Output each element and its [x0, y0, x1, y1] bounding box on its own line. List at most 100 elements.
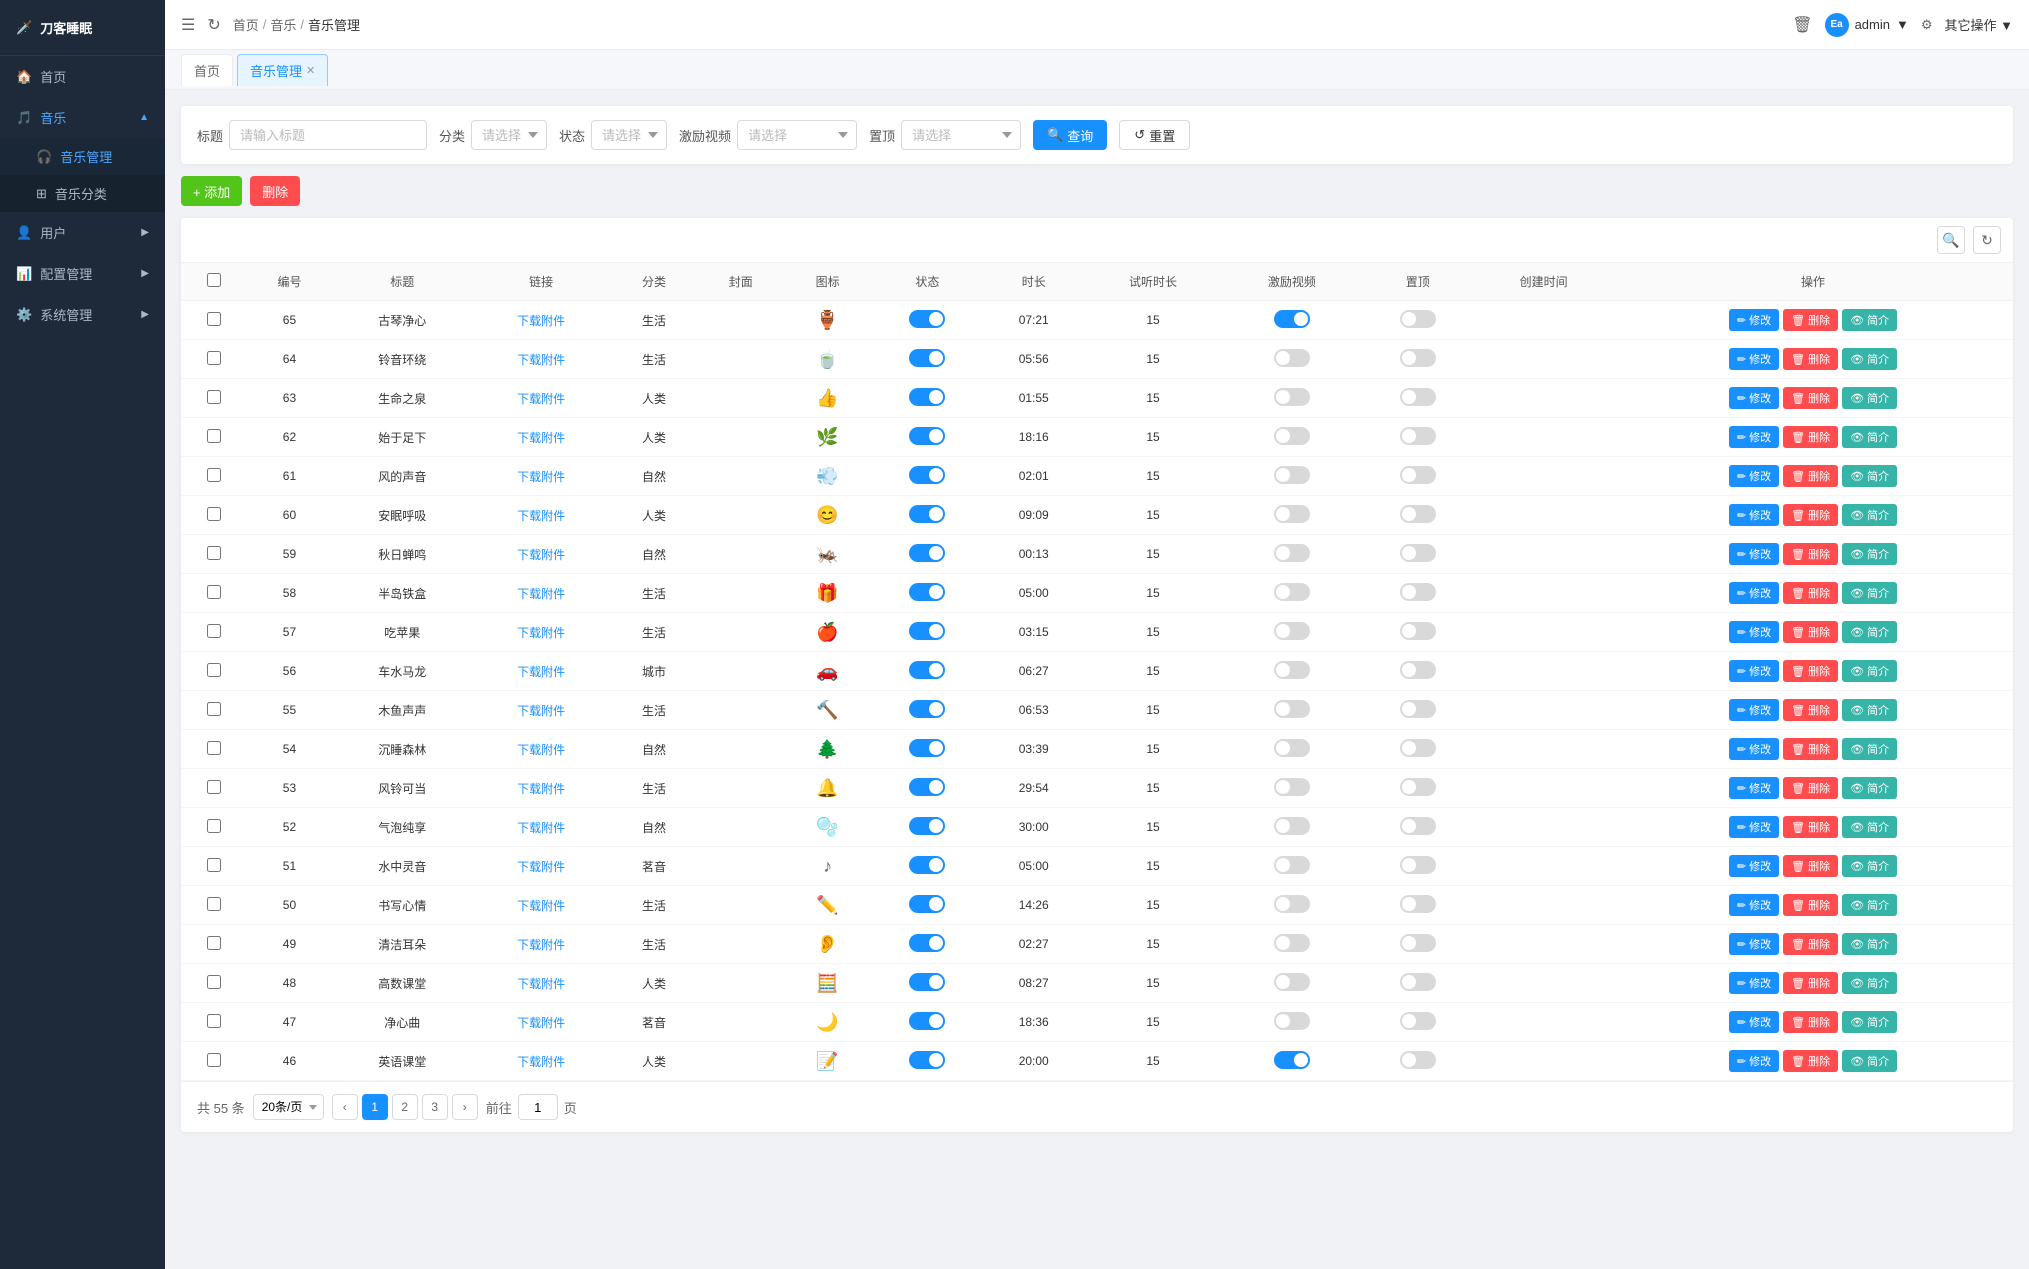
preview-button[interactable]: 👁 简介: [1842, 504, 1897, 526]
top-toggle[interactable]: [1400, 583, 1436, 601]
link-btn[interactable]: 下载附件: [517, 587, 565, 601]
incentive-toggle[interactable]: [1274, 895, 1310, 913]
edit-button[interactable]: ✏ 修改: [1729, 1050, 1779, 1072]
delete-button[interactable]: 🗑 删除: [1783, 543, 1838, 565]
status-toggle[interactable]: [909, 310, 945, 328]
link-btn[interactable]: 下载附件: [517, 743, 565, 757]
sidebar-item-music-category[interactable]: ⊞ 音乐分类: [0, 175, 165, 212]
other-actions-btn[interactable]: 其它操作 ▼: [1945, 15, 2013, 34]
status-toggle[interactable]: [909, 427, 945, 445]
preview-button[interactable]: 👁 简介: [1842, 543, 1897, 565]
refresh-icon[interactable]: ↻: [207, 15, 220, 35]
delete-button[interactable]: 🗑 删除: [1783, 777, 1838, 799]
row-checkbox[interactable]: [207, 975, 221, 989]
settings-icon[interactable]: ⚙: [1921, 17, 1933, 33]
top-toggle[interactable]: [1400, 739, 1436, 757]
link-btn[interactable]: 下载附件: [517, 821, 565, 835]
filter-status-select[interactable]: 请选择: [591, 120, 667, 150]
incentive-toggle[interactable]: [1274, 817, 1310, 835]
delete-button[interactable]: 🗑 删除: [1783, 699, 1838, 721]
top-toggle[interactable]: [1400, 1051, 1436, 1069]
status-toggle[interactable]: [909, 895, 945, 913]
edit-button[interactable]: ✏ 修改: [1729, 543, 1779, 565]
edit-button[interactable]: ✏ 修改: [1729, 738, 1779, 760]
preview-button[interactable]: 👁 简介: [1842, 777, 1897, 799]
status-toggle[interactable]: [909, 817, 945, 835]
preview-button[interactable]: 👁 简介: [1842, 309, 1897, 331]
row-checkbox[interactable]: [207, 1053, 221, 1067]
link-btn[interactable]: 下载附件: [517, 431, 565, 445]
delete-button[interactable]: 🗑 删除: [1783, 894, 1838, 916]
query-button[interactable]: 🔍 查询: [1033, 120, 1107, 150]
link-btn[interactable]: 下载附件: [517, 314, 565, 328]
delete-button[interactable]: 🗑 删除: [1783, 426, 1838, 448]
row-checkbox[interactable]: [207, 312, 221, 326]
delete-button[interactable]: 🗑 删除: [1783, 738, 1838, 760]
delete-button[interactable]: 🗑 删除: [1783, 309, 1838, 331]
row-checkbox[interactable]: [207, 390, 221, 404]
status-toggle[interactable]: [909, 700, 945, 718]
edit-button[interactable]: ✏ 修改: [1729, 465, 1779, 487]
link-btn[interactable]: 下载附件: [517, 353, 565, 367]
row-checkbox[interactable]: [207, 858, 221, 872]
edit-button[interactable]: ✏ 修改: [1729, 816, 1779, 838]
trash-icon[interactable]: 🗑: [1792, 15, 1812, 35]
reset-button[interactable]: ↺ 重置: [1119, 120, 1190, 150]
top-toggle[interactable]: [1400, 427, 1436, 445]
row-checkbox[interactable]: [207, 351, 221, 365]
preview-button[interactable]: 👁 简介: [1842, 660, 1897, 682]
incentive-toggle[interactable]: [1274, 973, 1310, 991]
table-search-btn[interactable]: 🔍: [1937, 226, 1965, 254]
link-btn[interactable]: 下载附件: [517, 782, 565, 796]
preview-button[interactable]: 👁 简介: [1842, 933, 1897, 955]
edit-button[interactable]: ✏ 修改: [1729, 972, 1779, 994]
edit-button[interactable]: ✏ 修改: [1729, 855, 1779, 877]
status-toggle[interactable]: [909, 349, 945, 367]
link-btn[interactable]: 下载附件: [517, 665, 565, 679]
edit-button[interactable]: ✏ 修改: [1729, 933, 1779, 955]
page-btn-3[interactable]: 3: [422, 1094, 448, 1120]
row-checkbox[interactable]: [207, 936, 221, 950]
row-checkbox[interactable]: [207, 819, 221, 833]
edit-button[interactable]: ✏ 修改: [1729, 894, 1779, 916]
incentive-toggle[interactable]: [1274, 349, 1310, 367]
row-checkbox[interactable]: [207, 624, 221, 638]
top-toggle[interactable]: [1400, 661, 1436, 679]
edit-button[interactable]: ✏ 修改: [1729, 582, 1779, 604]
row-checkbox[interactable]: [207, 429, 221, 443]
top-toggle[interactable]: [1400, 466, 1436, 484]
breadcrumb-music[interactable]: 音乐: [270, 15, 296, 34]
incentive-toggle[interactable]: [1274, 1012, 1310, 1030]
top-toggle[interactable]: [1400, 1012, 1436, 1030]
admin-area[interactable]: Ea admin ▼: [1825, 13, 1909, 37]
row-checkbox[interactable]: [207, 897, 221, 911]
top-toggle[interactable]: [1400, 778, 1436, 796]
incentive-toggle[interactable]: [1274, 700, 1310, 718]
sidebar-item-music[interactable]: 🎵 音乐 ▲: [0, 97, 165, 138]
preview-button[interactable]: 👁 简介: [1842, 855, 1897, 877]
batch-delete-button[interactable]: 删除: [250, 176, 300, 206]
top-toggle[interactable]: [1400, 388, 1436, 406]
preview-button[interactable]: 👁 简介: [1842, 582, 1897, 604]
top-toggle[interactable]: [1400, 700, 1436, 718]
row-checkbox[interactable]: [207, 468, 221, 482]
status-toggle[interactable]: [909, 661, 945, 679]
row-checkbox[interactable]: [207, 546, 221, 560]
delete-button[interactable]: 🗑 删除: [1783, 504, 1838, 526]
edit-button[interactable]: ✏ 修改: [1729, 426, 1779, 448]
incentive-toggle[interactable]: [1274, 388, 1310, 406]
top-toggle[interactable]: [1400, 544, 1436, 562]
top-toggle[interactable]: [1400, 622, 1436, 640]
incentive-toggle[interactable]: [1274, 622, 1310, 640]
incentive-toggle[interactable]: [1274, 739, 1310, 757]
status-toggle[interactable]: [909, 973, 945, 991]
delete-button[interactable]: 🗑 删除: [1783, 933, 1838, 955]
row-checkbox[interactable]: [207, 1014, 221, 1028]
page-size-select[interactable]: 20条/页: [253, 1094, 324, 1120]
delete-button[interactable]: 🗑 删除: [1783, 348, 1838, 370]
incentive-toggle[interactable]: [1274, 583, 1310, 601]
edit-button[interactable]: ✏ 修改: [1729, 348, 1779, 370]
incentive-toggle[interactable]: [1274, 310, 1310, 328]
preview-button[interactable]: 👁 简介: [1842, 699, 1897, 721]
filter-top-select[interactable]: 请选择: [901, 120, 1021, 150]
